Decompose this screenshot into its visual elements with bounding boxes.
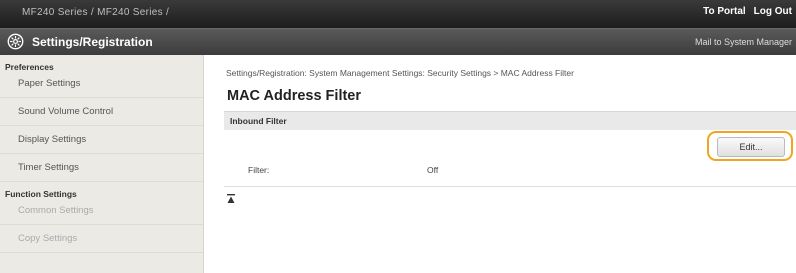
edit-button[interactable]: Edit... bbox=[717, 137, 785, 157]
sidebar-item-timer-settings[interactable]: Timer Settings bbox=[0, 154, 203, 182]
mail-to-manager-link[interactable]: Mail to System Manager bbox=[695, 37, 792, 47]
log-out-link[interactable]: Log Out bbox=[754, 6, 792, 17]
top-links: To Portal Log Out bbox=[695, 6, 792, 17]
filter-label: Filter: bbox=[248, 165, 270, 175]
to-portal-link[interactable]: To Portal bbox=[703, 6, 746, 17]
edit-highlight: Edit... bbox=[707, 131, 793, 161]
filter-value: Off bbox=[427, 165, 439, 175]
device-name: MF240 Series / MF240 Series / bbox=[22, 7, 170, 18]
page-title: MAC Address Filter bbox=[227, 88, 362, 104]
sub-header: Settings/Registration Mail to System Man… bbox=[0, 28, 796, 55]
sidebar-item-copy-settings[interactable]: Copy Settings bbox=[0, 225, 203, 253]
sidebar: Preferences Paper Settings Sound Volume … bbox=[0, 55, 204, 273]
sidebar-section-preferences: Preferences bbox=[5, 62, 54, 72]
sidebar-item-sound-volume-control[interactable]: Sound Volume Control bbox=[0, 98, 203, 126]
breadcrumb: Settings/Registration: System Management… bbox=[226, 68, 574, 78]
settings-gear-icon bbox=[7, 33, 24, 50]
sidebar-item-display-settings[interactable]: Display Settings bbox=[0, 126, 203, 154]
top-bar: MF240 Series / MF240 Series / To Portal L… bbox=[0, 0, 796, 28]
inbound-filter-header: Inbound Filter bbox=[224, 111, 796, 130]
sidebar-section-function-settings: Function Settings bbox=[5, 189, 77, 199]
sidebar-item-paper-settings[interactable]: Paper Settings bbox=[0, 70, 203, 98]
arrow-to-top-icon[interactable] bbox=[227, 194, 235, 204]
divider bbox=[224, 186, 796, 187]
section-title: Inbound Filter bbox=[230, 116, 287, 126]
settings-title: Settings/Registration bbox=[32, 35, 153, 49]
sidebar-item-common-settings[interactable]: Common Settings bbox=[0, 197, 203, 225]
